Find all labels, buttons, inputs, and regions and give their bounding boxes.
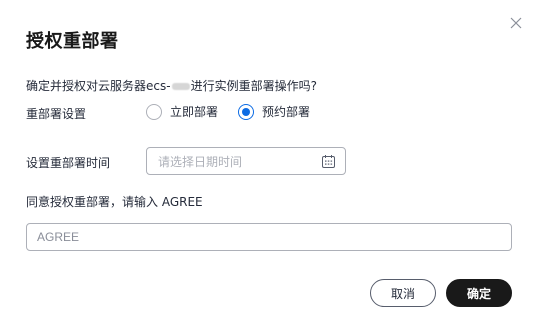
masked-server-name <box>171 83 190 90</box>
datetime-picker[interactable]: 请选择日期时间 <box>146 147 346 175</box>
redeploy-setting-label: 重部署设置 <box>26 107 87 121</box>
schedule-time-label: 设置重部署时间 <box>26 156 111 170</box>
agree-input[interactable] <box>26 223 512 251</box>
confirm-message-suffix: 进行实例重部署操作吗? <box>190 79 317 93</box>
agree-prompt: 同意授权重部署，请输入 AGREE <box>26 195 203 209</box>
confirm-message-prefix: 确定并授权对云服务器ecs- <box>26 79 171 93</box>
datetime-placeholder: 请选择日期时间 <box>158 154 243 169</box>
radio-scheduled-deploy[interactable]: 预约部署 <box>238 103 310 120</box>
radio-immediate-deploy[interactable]: 立即部署 <box>146 103 218 120</box>
radio-circle[interactable] <box>146 103 162 120</box>
calendar-icon[interactable] <box>321 154 336 169</box>
redeploy-dialog: 授权重部署 确定并授权对云服务器ecs- 进行实例重部署操作吗? 重部署设置 立即… <box>0 0 537 334</box>
close-icon[interactable] <box>508 15 524 31</box>
radio-circle-checked[interactable] <box>238 103 254 120</box>
cancel-button[interactable]: 取消 <box>370 279 436 307</box>
confirm-message: 确定并授权对云服务器ecs- 进行实例重部署操作吗? <box>26 77 317 94</box>
radio-label: 预约部署 <box>262 105 311 119</box>
radio-label: 立即部署 <box>170 105 219 119</box>
confirm-button[interactable]: 确定 <box>446 279 512 307</box>
dialog-title: 授权重部署 <box>26 31 119 52</box>
